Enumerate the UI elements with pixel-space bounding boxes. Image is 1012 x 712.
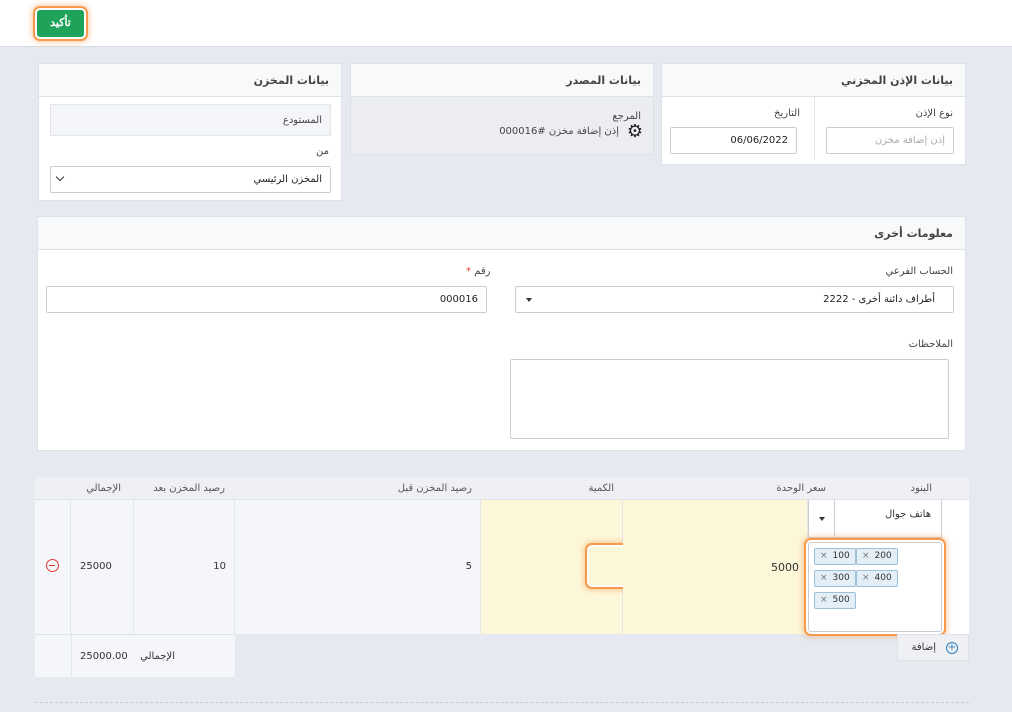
caret-down-icon: [819, 517, 825, 521]
footer-total-label: الإجمالي: [140, 651, 175, 662]
bottom-divider: [35, 702, 969, 703]
header-item: البنود: [910, 483, 932, 494]
notes-label: الملاحظات: [908, 339, 953, 350]
item-name: هاتف جوال: [884, 509, 931, 520]
header-unit-price: سعر الوحدة: [776, 483, 826, 494]
from-select[interactable]: المخزن الرئيسي: [50, 166, 331, 193]
serial-value: 100: [832, 551, 850, 561]
chevron-down-icon: [55, 172, 65, 182]
serial-value: 300: [832, 573, 850, 583]
warehouse-panel: بيانات المخزن المستودع من المخزن الرئيسي: [38, 63, 342, 201]
unit-price-cell: 5000: [623, 500, 808, 634]
remove-tag-icon[interactable]: ×: [862, 551, 870, 561]
remove-tag-icon[interactable]: ×: [820, 573, 828, 583]
serial-tag[interactable]: × 400: [856, 570, 898, 587]
balance-before-cell: 5: [235, 500, 481, 634]
permit-type-field[interactable]: إذن إضافة مخزن: [826, 127, 954, 154]
remove-row-icon[interactable]: [46, 559, 59, 572]
remove-tag-icon[interactable]: ×: [820, 551, 828, 561]
gear-icon[interactable]: ⚙: [627, 123, 643, 141]
caret-down-icon: [526, 298, 532, 302]
confirm-button[interactable]: تأكيد: [37, 10, 84, 37]
plus-circle-icon: +: [946, 642, 958, 654]
remove-tag-icon[interactable]: ×: [820, 595, 828, 605]
other-info-title: معلومات أخرى: [38, 217, 965, 250]
divider: [814, 97, 815, 160]
quantity-cell: 5: [481, 500, 638, 634]
items-table: البنود سعر الوحدة الكمية رصيد المخزن قبل…: [35, 477, 969, 678]
total-cell: 25000: [71, 500, 134, 634]
serial-tag[interactable]: × 300: [814, 570, 856, 587]
source-panel-title: بيانات المصدر: [351, 64, 653, 97]
other-info-panel: معلومات أخرى الحساب الفرعي 2222 - أطراف …: [37, 216, 966, 451]
row-balance-before: 5: [465, 561, 472, 572]
date-label: التاريخ: [774, 108, 800, 119]
serials-box[interactable]: × 200 × 100 × 400 × 300 × 500: [808, 542, 942, 632]
row-balance-after: 10: [213, 561, 226, 572]
row-total: 25000: [80, 561, 112, 572]
subaccount-select[interactable]: 2222 - أطراف دائنة أخرى: [515, 286, 954, 313]
warehouse-panel-title: بيانات المخزن: [39, 64, 341, 97]
remove-tag-icon[interactable]: ×: [862, 573, 870, 583]
row-unit-price: 5000: [771, 561, 799, 574]
item-cell: هاتف جوال × 200 × 100 × 400 × 300 × 500: [808, 500, 969, 634]
reference-value[interactable]: إذن إضافة مخزن #000016: [499, 126, 619, 137]
permit-type-label: نوع الإذن: [915, 108, 953, 119]
serial-value: 400: [874, 573, 892, 583]
serial-value: 500: [832, 595, 850, 605]
add-row-button[interactable]: إضافة +: [897, 634, 969, 661]
serial-tag[interactable]: × 100: [814, 548, 856, 565]
required-mark: *: [466, 266, 471, 277]
header-balance-after: رصيد المخزن بعد: [153, 483, 225, 494]
number-field[interactable]: 000016: [46, 286, 487, 313]
serial-value: 200: [874, 551, 892, 561]
store-label: المستودع: [282, 115, 322, 126]
serial-tag[interactable]: × 500: [814, 592, 856, 609]
footer-total-value: 25000.00: [80, 651, 128, 662]
add-row-label: إضافة: [911, 642, 936, 653]
date-field[interactable]: 06/06/2022: [670, 127, 797, 154]
subaccount-value: 2222 - أطراف دائنة أخرى: [823, 294, 935, 305]
header-total: الإجمالي: [86, 483, 121, 494]
header-balance-before: رصيد المخزن قبل: [397, 483, 472, 494]
source-panel: بيانات المصدر المرجع ⚙ إذن إضافة مخزن #0…: [350, 63, 654, 155]
item-select-toggle[interactable]: [809, 500, 835, 537]
permit-panel: بيانات الإذن المخزني نوع الإذن إذن إضافة…: [661, 63, 966, 165]
top-toolbar: تأكيد: [0, 0, 1012, 47]
table-footer: 25000.00 الإجمالي: [35, 634, 235, 678]
divider: [965, 325, 966, 451]
item-select[interactable]: هاتف جوال: [808, 500, 942, 538]
number-label-text: رقم: [474, 266, 491, 277]
from-label: من: [316, 146, 329, 157]
from-select-value: المخزن الرئيسي: [253, 174, 322, 185]
header-quantity: الكمية: [588, 483, 614, 494]
remove-cell: [35, 500, 71, 634]
notes-textarea[interactable]: [510, 359, 949, 439]
number-label: * رقم: [466, 266, 490, 277]
serial-tag[interactable]: × 200: [856, 548, 898, 565]
balance-after-cell: 10: [134, 500, 235, 634]
subaccount-label: الحساب الفرعي: [885, 266, 953, 277]
permit-panel-title: بيانات الإذن المخزني: [662, 64, 965, 97]
table-row: 25000 10 5 5 5000 هاتف جوال × 200 × 100 × 4…: [35, 500, 969, 634]
